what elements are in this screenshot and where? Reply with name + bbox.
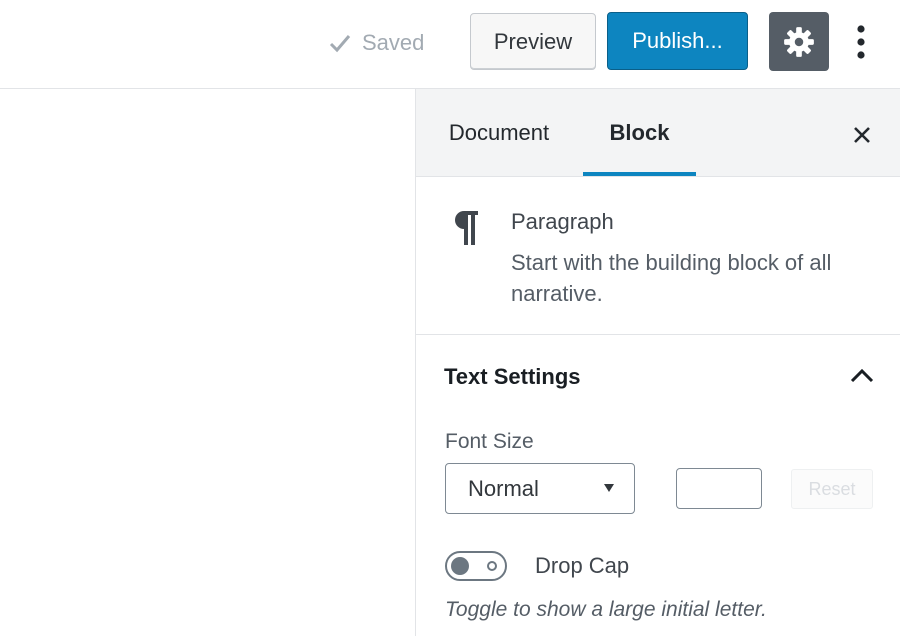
- drop-cap-help: Toggle to show a large initial letter.: [445, 598, 767, 621]
- drop-cap-toggle[interactable]: [445, 551, 507, 581]
- caret-down-icon: [604, 484, 614, 492]
- editor-toolbar: Saved Preview Publish...: [0, 0, 900, 89]
- publish-button[interactable]: Publish...: [607, 12, 748, 70]
- custom-font-size-input[interactable]: [676, 468, 762, 509]
- checkmark-icon: [329, 35, 351, 53]
- sidebar-tabs: Document Block: [416, 89, 900, 177]
- preview-button[interactable]: Preview: [470, 13, 596, 70]
- saved-label: Saved: [362, 30, 425, 55]
- settings-button[interactable]: [769, 12, 829, 71]
- font-size-label: Font Size: [445, 430, 534, 453]
- drop-cap-label: Drop Cap: [535, 553, 630, 578]
- text-settings-toggle[interactable]: Text Settings: [416, 336, 900, 416]
- block-description: Start with the building block of all nar…: [511, 250, 832, 306]
- saved-status: Saved: [328, 28, 424, 58]
- chevron-up-icon: [850, 368, 874, 383]
- tab-document[interactable]: Document: [426, 89, 572, 176]
- vertical-ellipsis-icon: [857, 25, 865, 59]
- close-sidebar-button[interactable]: [844, 117, 880, 153]
- pilcrow-icon: [455, 211, 478, 245]
- font-size-select[interactable]: Normal: [445, 463, 635, 514]
- font-size-selected: Normal: [468, 475, 539, 501]
- close-icon: [854, 127, 870, 143]
- more-options-button[interactable]: [846, 16, 876, 68]
- block-card: Paragraph Start with the building block …: [416, 177, 900, 335]
- block-title: Paragraph: [511, 209, 614, 234]
- settings-sidebar: Document Block Paragraph Start with the …: [415, 89, 900, 636]
- toggle-off-indicator-icon: [487, 561, 497, 571]
- panel-title: Text Settings: [444, 364, 581, 389]
- gear-icon: [784, 26, 814, 57]
- tab-block[interactable]: Block: [583, 89, 696, 176]
- toggle-knob: [451, 557, 469, 575]
- reset-button[interactable]: Reset: [791, 469, 873, 509]
